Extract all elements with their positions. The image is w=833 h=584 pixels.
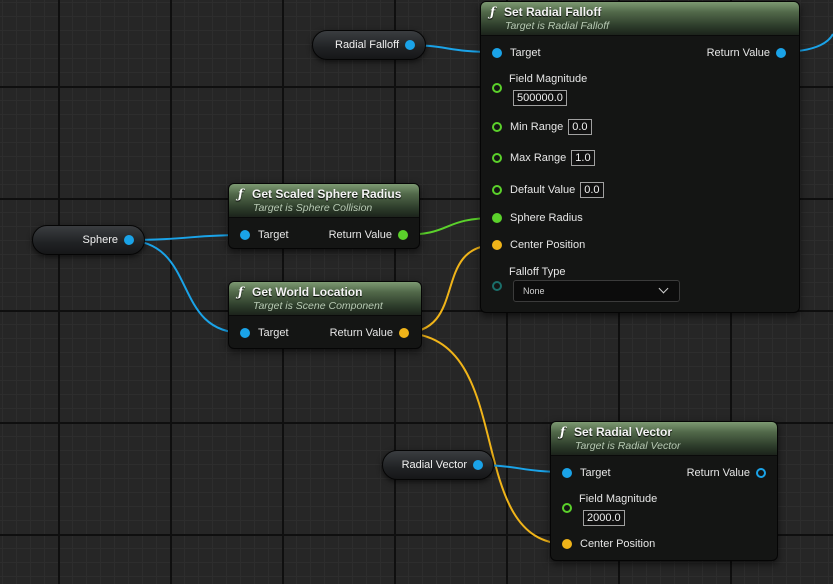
falloff-type-selected: None xyxy=(523,286,545,296)
sphere-variable-label: Sphere xyxy=(82,234,118,246)
function-icon: ƒ xyxy=(238,285,244,299)
falloff-field-magnitude-pin[interactable] xyxy=(492,83,502,93)
vector-field-magnitude-label: Field Magnitude xyxy=(579,493,658,505)
radius-return-label: Return Value xyxy=(328,229,392,241)
set-radial-falloff-header[interactable]: ƒ Set Radial Falloff Target is Radial Fal… xyxy=(481,2,799,36)
default-value-pin[interactable] xyxy=(492,185,502,195)
sphere-output-pin[interactable] xyxy=(124,235,134,245)
function-icon: ƒ xyxy=(560,425,566,439)
radial-falloff-variable-node[interactable]: Radial Falloff xyxy=(312,30,426,60)
falloff-center-position-pin[interactable] xyxy=(492,240,502,250)
sphere-radius-label: Sphere Radius xyxy=(510,212,583,224)
location-target-label: Target xyxy=(258,327,289,339)
falloff-field-magnitude-input[interactable]: 500000.0 xyxy=(513,90,567,106)
function-icon: ƒ xyxy=(238,187,244,201)
set-radial-falloff-node[interactable]: ƒ Set Radial Falloff Target is Radial Fal… xyxy=(480,1,800,313)
radial-falloff-variable-label: Radial Falloff xyxy=(335,39,399,51)
falloff-target-label: Target xyxy=(510,47,541,59)
vector-center-position-pin[interactable] xyxy=(562,539,572,549)
get-world-location-subtitle: Target is Scene Component xyxy=(253,300,383,312)
falloff-type-pin[interactable] xyxy=(492,281,502,291)
sphere-radius-pin[interactable] xyxy=(492,213,502,223)
vector-field-magnitude-input[interactable]: 2000.0 xyxy=(583,510,625,526)
radius-target-label: Target xyxy=(258,229,289,241)
default-value-label: Default Value xyxy=(510,184,576,196)
get-scaled-sphere-radius-node[interactable]: ƒ Get Scaled Sphere Radius Target is Sphe… xyxy=(228,183,420,249)
falloff-return-label: Return Value xyxy=(706,47,770,59)
falloff-type-dropdown[interactable]: None xyxy=(513,280,680,302)
max-range-pin[interactable] xyxy=(492,153,502,163)
set-radial-vector-header[interactable]: ƒ Set Radial Vector Target is Radial Vect… xyxy=(551,422,777,456)
max-range-label: Max Range xyxy=(510,152,567,164)
min-range-input[interactable]: 0.0 xyxy=(568,119,592,135)
get-world-location-header[interactable]: ƒ Get World Location Target is Scene Comp… xyxy=(229,282,421,316)
falloff-field-magnitude-label: Field Magnitude xyxy=(509,73,588,85)
min-range-label: Min Range xyxy=(510,121,564,133)
vector-target-label: Target xyxy=(580,467,611,479)
vector-field-magnitude-pin[interactable] xyxy=(562,503,572,513)
location-return-pin[interactable] xyxy=(399,328,409,338)
max-range-input[interactable]: 1.0 xyxy=(571,150,595,166)
falloff-center-position-label: Center Position xyxy=(510,239,586,251)
vector-center-position-label: Center Position xyxy=(580,538,656,550)
radial-vector-variable-node[interactable]: Radial Vector xyxy=(382,450,494,480)
wire-sphere-to-location-target xyxy=(123,239,245,334)
radius-return-pin[interactable] xyxy=(398,230,408,240)
falloff-target-pin[interactable] xyxy=(492,48,502,58)
get-scaled-sphere-radius-header[interactable]: ƒ Get Scaled Sphere Radius Target is Sphe… xyxy=(229,184,419,218)
location-return-label: Return Value xyxy=(329,327,393,339)
min-range-pin[interactable] xyxy=(492,122,502,132)
set-radial-falloff-subtitle: Target is Radial Falloff xyxy=(505,20,610,32)
radial-vector-variable-label: Radial Vector xyxy=(401,459,467,471)
vector-target-pin[interactable] xyxy=(562,468,572,478)
sphere-variable-node[interactable]: Sphere xyxy=(32,225,145,255)
location-target-pin[interactable] xyxy=(240,328,250,338)
get-scaled-sphere-radius-subtitle: Target is Sphere Collision xyxy=(253,202,373,214)
vector-return-label: Return Value xyxy=(686,467,750,479)
set-radial-vector-subtitle: Target is Radial Vector xyxy=(575,440,681,452)
wire-location-to-vector-center xyxy=(401,332,568,545)
falloff-return-pin[interactable] xyxy=(776,48,786,58)
set-radial-vector-title: Set Radial Vector xyxy=(574,425,673,439)
falloff-type-label: Falloff Type xyxy=(509,266,566,278)
radius-target-pin[interactable] xyxy=(240,230,250,240)
vector-return-pin[interactable] xyxy=(756,468,766,478)
set-radial-falloff-title: Set Radial Falloff xyxy=(504,5,602,19)
radial-falloff-output-pin[interactable] xyxy=(405,40,415,50)
radial-vector-output-pin[interactable] xyxy=(473,460,483,470)
default-value-input[interactable]: 0.0 xyxy=(580,182,604,198)
function-icon: ƒ xyxy=(490,5,496,19)
get-world-location-node[interactable]: ƒ Get World Location Target is Scene Comp… xyxy=(228,281,422,349)
get-scaled-sphere-radius-title: Get Scaled Sphere Radius xyxy=(252,187,402,201)
get-world-location-title: Get World Location xyxy=(252,285,363,299)
chevron-down-icon xyxy=(658,283,669,294)
set-radial-vector-node[interactable]: ƒ Set Radial Vector Target is Radial Vect… xyxy=(550,421,778,561)
